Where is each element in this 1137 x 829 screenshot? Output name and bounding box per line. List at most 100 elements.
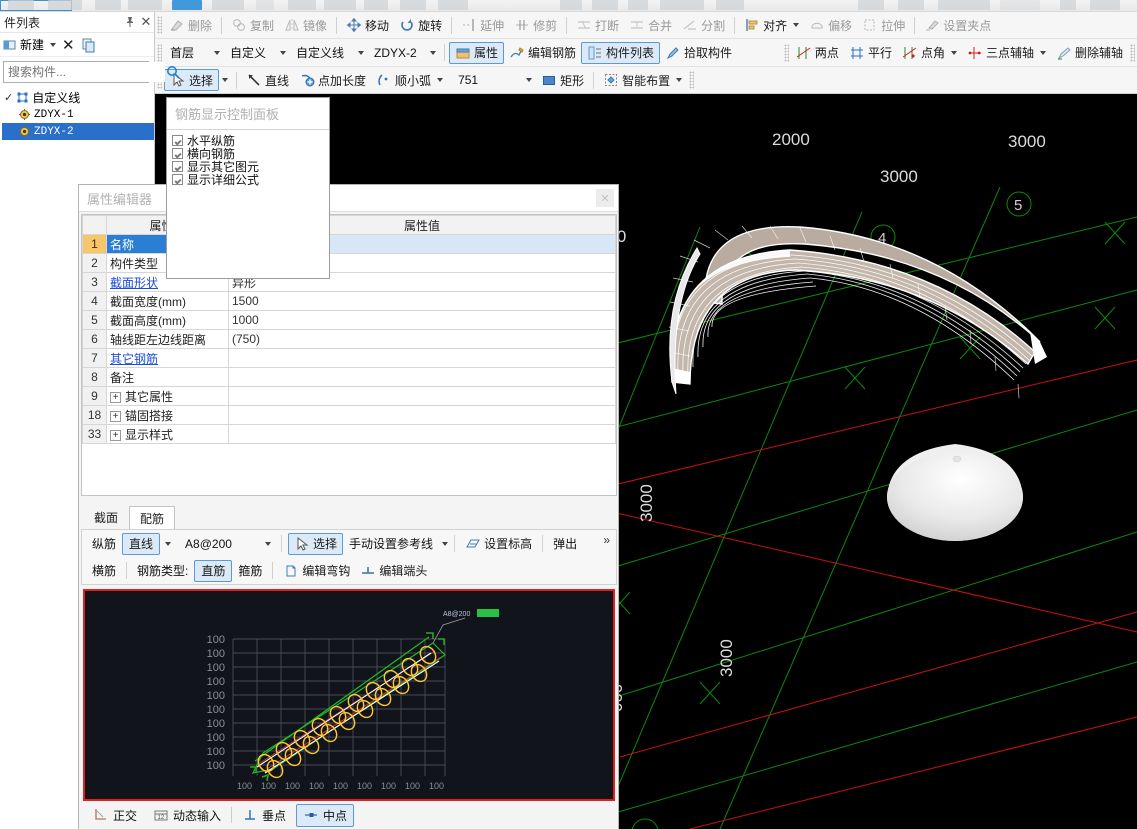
chevron-down-icon[interactable] (526, 78, 533, 82)
row-value[interactable] (228, 367, 616, 387)
stirrup-button[interactable]: 箍筋 (234, 562, 266, 579)
chevron-down-icon[interactable] (358, 50, 364, 55)
expand-icon[interactable]: + (110, 391, 121, 403)
perpendicular-snap-toggle[interactable]: 垂点 (236, 805, 292, 826)
mirror-button[interactable]: 镜像 (279, 14, 332, 36)
chevron-down-icon[interactable] (437, 78, 444, 82)
stretch-button[interactable]: 拉伸 (857, 14, 910, 36)
point-add-length-button[interactable]: 点加长度 (294, 69, 371, 91)
checkbox-icon[interactable] (172, 148, 183, 159)
component-list-button[interactable]: 构件列表 (581, 41, 661, 64)
subcategory-selector[interactable]: 自定义线 (290, 42, 368, 63)
snap-status-bar[interactable]: 正交 12 动态输入 垂点 中点 (81, 803, 355, 827)
merge-button[interactable]: 合并 (624, 14, 677, 36)
ortho-toggle[interactable]: 正交 (87, 805, 143, 826)
smart-layout-button[interactable]: 智能布置 (598, 69, 687, 91)
floor-selector[interactable]: 首层 (164, 42, 224, 63)
arc-value-input[interactable]: 751 (452, 70, 536, 91)
delete-button[interactable]: 删除 (164, 14, 217, 36)
option-show-detailed-formula[interactable]: 显示详细公式 (172, 173, 324, 187)
three-point-axis-button[interactable]: 三点辅轴 (962, 42, 1051, 64)
table-row[interactable]: 5 截面高度(mm) 1000 (82, 310, 616, 330)
rotate-button[interactable]: 旋转 (394, 14, 447, 36)
row-value[interactable]: 1000 (228, 310, 616, 330)
pin-icon[interactable] (122, 14, 138, 30)
row-value[interactable] (228, 386, 616, 406)
search-input[interactable] (4, 62, 165, 82)
row-value[interactable] (228, 348, 616, 368)
arc-tool-button[interactable]: 顺小弧 (371, 69, 448, 91)
chevron-down-icon[interactable] (222, 78, 229, 82)
break-button[interactable]: 打断 (571, 14, 624, 36)
component-list-toolbar[interactable]: 新建 ✕ (0, 33, 154, 57)
toolbar-grip[interactable] (689, 71, 695, 89)
chevron-down-icon[interactable] (676, 78, 683, 82)
dynamic-input-toggle[interactable]: 12 动态输入 (147, 805, 227, 826)
parallel-axis-button[interactable]: 平行 (844, 42, 897, 64)
edit-operations-toolbar[interactable]: 删除 复制 镜像 移动 旋转 延伸 修剪 打断 合并 分割 对齐 偏移 拉伸 设… (155, 12, 1137, 39)
chevron-down-icon[interactable] (165, 541, 172, 546)
drawing-tools-toolbar[interactable]: 选择 直线 点加长度 顺小弧 751 矩形 智能布置 (155, 67, 1137, 94)
rebar-config-toolbar[interactable]: 纵筋 直线 A8@200 选择 手动设置参考线 设置标高 弹出 » 横筋 钢筋类… (81, 529, 617, 585)
offset-button[interactable]: 偏移 (804, 14, 857, 36)
longitudinal-spec-selector[interactable]: A8@200 (179, 533, 275, 554)
rebar-toolbar-row-longitudinal[interactable]: 纵筋 直线 A8@200 选择 手动设置参考线 设置标高 弹出 » (82, 530, 616, 557)
toolbar-grip[interactable] (157, 43, 162, 62)
tree-node-zdyx-2[interactable]: ZDYX-2 (2, 123, 154, 140)
row-name[interactable]: + 其它属性 (106, 386, 229, 406)
pick-component-button[interactable]: 拾取构件 (660, 42, 737, 64)
edit-hook-button[interactable]: 编辑弯钩 (279, 560, 354, 582)
edit-end-button[interactable]: 编辑端头 (356, 560, 431, 582)
tab-reinforcement[interactable]: 配筋 (129, 506, 176, 530)
component-tree[interactable]: ✓ 自定义线 ZDYX-1 ZDYX-2 (0, 86, 154, 140)
row-value[interactable]: 1500 (228, 291, 616, 311)
tree-node-custom-line[interactable]: ✓ 自定义线 (2, 89, 154, 106)
row-name[interactable]: + 锚固搭接 (106, 405, 229, 425)
component-selector[interactable]: ZDYX-2 (368, 42, 440, 63)
chevron-down-icon[interactable] (442, 541, 449, 546)
extend-button[interactable]: 延伸 (456, 14, 509, 36)
rectangle-tool-button[interactable]: 矩形 (536, 69, 589, 91)
chevron-down-icon[interactable] (50, 42, 57, 47)
new-component-button[interactable]: 新建 (3, 36, 57, 53)
rebar-section-preview[interactable]: 100 100 100 100 100 100 100 100 100 100 … (83, 589, 615, 801)
chevron-down-icon[interactable] (214, 50, 220, 55)
table-row[interactable]: 6 轴线距左边线距离 (750) (82, 329, 616, 349)
straight-rebar-button[interactable]: 直筋 (194, 559, 233, 582)
search-icon[interactable] (165, 64, 181, 80)
rebar-toolbar-row-transverse[interactable]: 横筋 钢筋类型: 直筋 箍筋 编辑弯钩 编辑端头 (82, 557, 616, 584)
property-editor-tabs[interactable]: 截面 配筋 (83, 506, 176, 530)
chevron-down-icon[interactable] (430, 50, 436, 55)
rebar-select-button[interactable]: 选择 (288, 532, 344, 555)
table-row[interactable]: 7 其它钢筋 (82, 348, 616, 368)
ribbon-top-clipped-strip[interactable] (0, 0, 1137, 12)
category-selector[interactable]: 自定义 (224, 42, 290, 63)
chevron-down-icon[interactable] (1039, 50, 1046, 55)
copy-icon[interactable] (81, 37, 97, 53)
set-grip-point-button[interactable]: 设置夹点 (919, 14, 996, 36)
search-component-box[interactable] (3, 61, 180, 83)
context-selector-toolbar[interactable]: 首层 自定义 自定义线 ZDYX-2 属性 编辑钢筋 构件列表 拾取构件 两点 … (155, 39, 1137, 67)
rebar-panel-options[interactable]: 水平纵筋 横向钢筋 显示其它图元 显示详细公式 (167, 130, 329, 190)
properties-button[interactable]: 属性 (449, 41, 505, 64)
move-button[interactable]: 移动 (341, 14, 394, 36)
midpoint-snap-toggle[interactable]: 中点 (296, 803, 355, 827)
point-angle-axis-button[interactable]: 点角 (897, 42, 962, 64)
chevron-down-icon[interactable] (950, 50, 957, 55)
checkbox-icon[interactable] (172, 161, 183, 172)
edit-rebar-button[interactable]: 编辑钢筋 (504, 42, 581, 64)
chevron-double-right-icon[interactable]: » (603, 533, 610, 547)
delete-axis-button[interactable]: 删除辅轴 (1051, 42, 1128, 64)
table-row[interactable]: 1 名称 (82, 234, 616, 254)
close-icon[interactable]: ✕ (596, 189, 614, 207)
manual-reference-line-button[interactable]: 手动设置参考线 (345, 535, 437, 552)
popout-button[interactable]: 弹出 (549, 535, 581, 552)
row-name[interactable]: 其它钢筋 (106, 348, 229, 368)
table-row[interactable]: 33 + 显示样式 (82, 424, 616, 444)
table-row[interactable]: 8 备注 (82, 367, 616, 387)
expand-icon[interactable]: + (110, 410, 121, 422)
close-icon[interactable]: ✕ (138, 14, 154, 30)
toolbar-grip[interactable] (1130, 43, 1135, 62)
row-value[interactable] (228, 424, 616, 444)
two-point-axis-button[interactable]: 两点 (791, 42, 844, 64)
